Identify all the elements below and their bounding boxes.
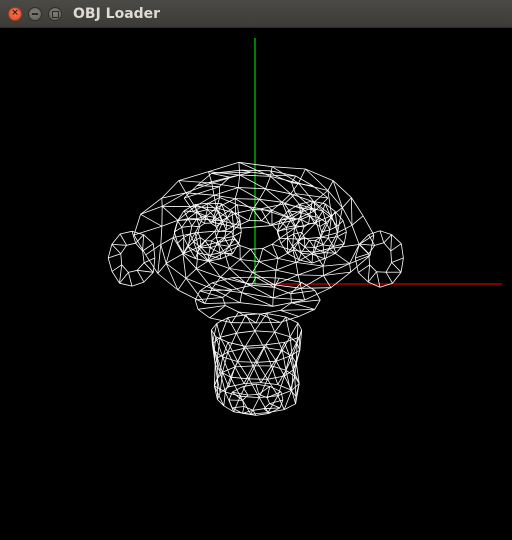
minimize-icon xyxy=(32,13,38,15)
opengl-viewport[interactable] xyxy=(0,28,512,540)
window-title: OBJ Loader xyxy=(73,6,161,22)
maximize-button[interactable] xyxy=(48,7,62,21)
minimize-button[interactable] xyxy=(28,7,42,21)
scene-canvas xyxy=(107,38,502,416)
monkey-wireframe xyxy=(107,161,404,416)
title-bar[interactable]: × OBJ Loader xyxy=(0,0,512,28)
close-button[interactable]: × xyxy=(8,7,22,21)
app-window: × OBJ Loader xyxy=(0,0,512,540)
maximize-icon xyxy=(51,10,59,18)
close-icon: × xyxy=(11,8,19,18)
